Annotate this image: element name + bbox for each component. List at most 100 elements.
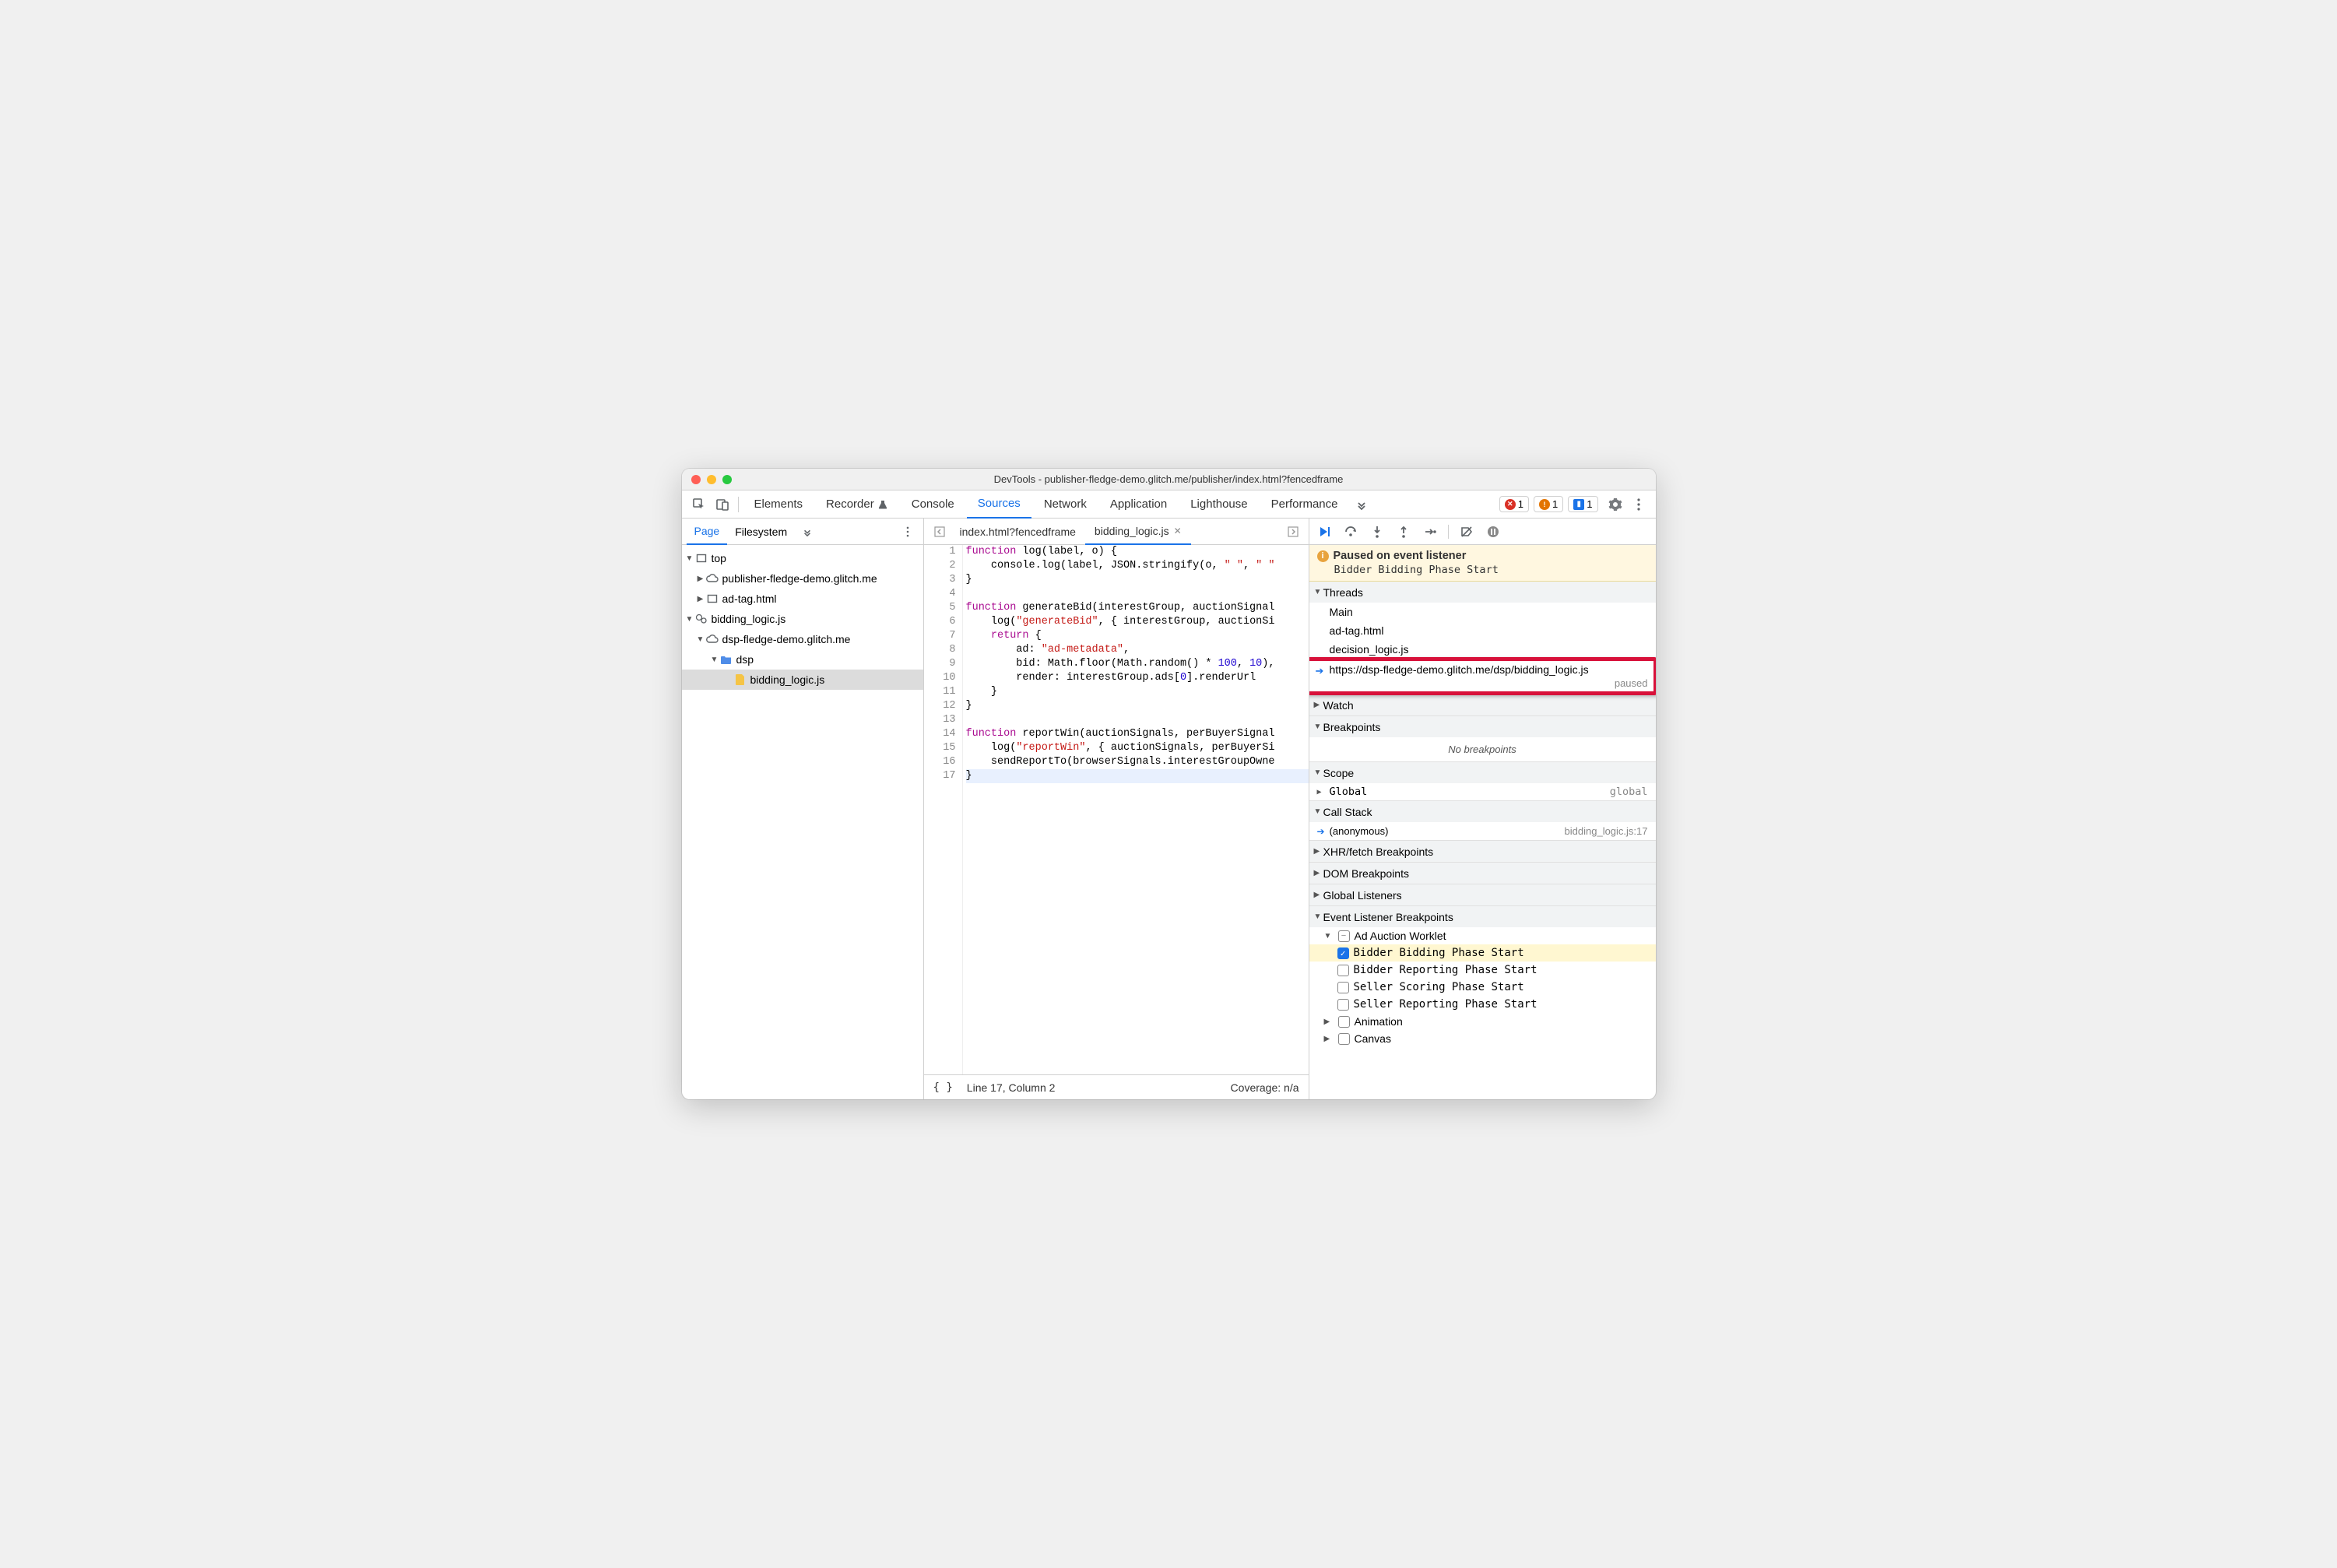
step-out-button[interactable] xyxy=(1393,522,1414,542)
debug-toolbar xyxy=(1309,519,1656,545)
gears-icon xyxy=(694,613,708,625)
issues-count: 1 xyxy=(1587,498,1592,510)
tab-application[interactable]: Application xyxy=(1099,490,1178,519)
elb-seller-reporting-start[interactable]: Seller Reporting Phase Start xyxy=(1309,996,1656,1013)
dom-breakpoints-section: ▶DOM Breakpoints xyxy=(1309,863,1656,884)
checkbox-unchecked[interactable] xyxy=(1337,965,1349,976)
devtools-window: DevTools - publisher-fledge-demo.glitch.… xyxy=(682,469,1656,1099)
tab-sources[interactable]: Sources xyxy=(967,490,1031,519)
checkbox-unchecked[interactable] xyxy=(1338,1016,1350,1028)
nav-forward-icon[interactable] xyxy=(1282,521,1304,543)
tab-recorder[interactable]: Recorder xyxy=(815,490,899,519)
tree-ad-tag[interactable]: ▶ ad-tag.html xyxy=(682,589,923,609)
tree-bidding-worklet[interactable]: ▼ bidding_logic.js xyxy=(682,609,923,629)
xhr-breakpoints-section: ▶XHR/fetch Breakpoints xyxy=(1309,841,1656,863)
global-listeners-header[interactable]: ▶Global Listeners xyxy=(1309,884,1656,905)
settings-icon[interactable] xyxy=(1604,494,1626,515)
nav-back-icon[interactable] xyxy=(929,521,951,543)
dom-breakpoints-header[interactable]: ▶DOM Breakpoints xyxy=(1309,863,1656,884)
cloud-icon xyxy=(705,574,719,583)
thread-ad-tag[interactable]: ad-tag.html xyxy=(1309,621,1656,640)
current-thread-icon: ➔ xyxy=(1316,665,1324,677)
thread-main[interactable]: Main xyxy=(1309,603,1656,621)
elb-header[interactable]: ▼Event Listener Breakpoints xyxy=(1309,906,1656,927)
threads-header[interactable]: ▼Threads xyxy=(1309,582,1656,603)
tab-network[interactable]: Network xyxy=(1033,490,1098,519)
elb-category-canvas[interactable]: ▶ Canvas xyxy=(1309,1030,1656,1047)
tree-top[interactable]: ▼ top xyxy=(682,548,923,568)
breakpoints-header[interactable]: ▼Breakpoints xyxy=(1309,716,1656,737)
tree-publisher-domain[interactable]: ▶ publisher-fledge-demo.glitch.me xyxy=(682,568,923,589)
more-tabs-icon[interactable] xyxy=(1351,494,1372,515)
tree-ad-tag-label: ad-tag.html xyxy=(722,592,777,605)
editor-panel: index.html?fencedframe bidding_logic.js … xyxy=(924,519,1309,1099)
elb-item-label: Bidder Bidding Phase Start xyxy=(1354,947,1524,959)
format-code-button[interactable]: { } xyxy=(933,1081,953,1094)
tree-dsp-domain[interactable]: ▼ dsp-fledge-demo.glitch.me xyxy=(682,629,923,649)
elb-bidder-bidding-start[interactable]: ✓ Bidder Bidding Phase Start xyxy=(1309,944,1656,962)
tree-dsp-folder[interactable]: ▼ dsp xyxy=(682,649,923,670)
editor-tabs: index.html?fencedframe bidding_logic.js … xyxy=(924,519,1309,545)
elb-category-ad-auction[interactable]: ▼ − Ad Auction Worklet xyxy=(1309,927,1656,944)
editor-tab-bidding[interactable]: bidding_logic.js ✕ xyxy=(1085,519,1191,545)
page-tab[interactable]: Page xyxy=(687,519,728,545)
tab-lighthouse[interactable]: Lighthouse xyxy=(1179,490,1258,519)
navigator-kebab-icon[interactable] xyxy=(897,521,919,543)
elb-bidder-reporting-start[interactable]: Bidder Reporting Phase Start xyxy=(1309,962,1656,979)
scope-global[interactable]: ▶Global global xyxy=(1309,783,1656,800)
tree-bidding-file[interactable]: bidding_logic.js xyxy=(682,670,923,690)
checkbox-mixed[interactable]: − xyxy=(1338,930,1350,942)
step-over-button[interactable] xyxy=(1341,522,1361,542)
elb-category-animation[interactable]: ▶ Animation xyxy=(1309,1013,1656,1030)
errors-badge[interactable]: ✕1 xyxy=(1499,496,1529,512)
paused-detail: Bidder Bidding Phase Start xyxy=(1317,564,1648,576)
kebab-menu-icon[interactable] xyxy=(1628,494,1650,515)
chevron-right-icon: ▶ xyxy=(1314,847,1323,856)
cursor-position: Line 17, Column 2 xyxy=(967,1081,1056,1094)
filesystem-tab[interactable]: Filesystem xyxy=(727,519,795,545)
code-editor[interactable]: 1234567891011121314151617 function log(l… xyxy=(924,545,1309,1074)
checkbox-checked[interactable]: ✓ xyxy=(1337,947,1349,959)
chevron-right-icon: ▶ xyxy=(1324,1018,1334,1026)
callstack-header[interactable]: ▼Call Stack xyxy=(1309,801,1656,822)
tab-console[interactable]: Console xyxy=(901,490,965,519)
more-navigator-tabs-icon[interactable] xyxy=(796,521,818,543)
section-title: XHR/fetch Breakpoints xyxy=(1323,846,1434,858)
errors-count: 1 xyxy=(1518,498,1523,510)
checkbox-unchecked[interactable] xyxy=(1337,982,1349,993)
section-title: Breakpoints xyxy=(1323,721,1381,733)
step-button[interactable] xyxy=(1420,522,1440,542)
navigator-panel: Page Filesystem ▼ top ▶ xyxy=(682,519,924,1099)
callstack-frame[interactable]: ➔(anonymous) bidding_logic.js:17 xyxy=(1309,822,1656,840)
xhr-breakpoints-header[interactable]: ▶XHR/fetch Breakpoints xyxy=(1309,841,1656,862)
device-toolbar-icon[interactable] xyxy=(712,494,733,515)
elb-seller-scoring-start[interactable]: Seller Scoring Phase Start xyxy=(1309,979,1656,996)
tab-performance[interactable]: Performance xyxy=(1260,490,1349,519)
pause-on-exceptions-button[interactable] xyxy=(1483,522,1503,542)
scope-header[interactable]: ▼Scope xyxy=(1309,762,1656,783)
step-into-button[interactable] xyxy=(1367,522,1387,542)
folder-icon xyxy=(719,655,733,664)
tab-elements[interactable]: Elements xyxy=(743,490,814,519)
thread-decision[interactable]: decision_logic.js xyxy=(1309,640,1656,659)
info-icon: i xyxy=(1317,550,1329,562)
section-title: Call Stack xyxy=(1323,806,1372,818)
resume-button[interactable] xyxy=(1314,522,1334,542)
watch-header[interactable]: ▶Watch xyxy=(1309,694,1656,715)
section-title: DOM Breakpoints xyxy=(1323,867,1409,880)
close-tab-icon[interactable]: ✕ xyxy=(1174,526,1182,536)
chevron-down-icon: ▼ xyxy=(685,615,694,624)
issues-badge[interactable]: ▮1 xyxy=(1568,496,1597,512)
editor-tab-index[interactable]: index.html?fencedframe xyxy=(951,519,1085,545)
checkbox-unchecked[interactable] xyxy=(1337,999,1349,1011)
inspect-element-icon[interactable] xyxy=(688,494,710,515)
warnings-badge[interactable]: !1 xyxy=(1534,496,1563,512)
frame-location: bidding_logic.js:17 xyxy=(1565,825,1648,837)
thread-active[interactable]: ➔ https://dsp-fledge-demo.glitch.me/dsp/… xyxy=(1309,659,1656,694)
deactivate-breakpoints-button[interactable] xyxy=(1457,522,1477,542)
section-title: Threads xyxy=(1323,586,1363,599)
callstack-section: ▼Call Stack ➔(anonymous) bidding_logic.j… xyxy=(1309,801,1656,841)
checkbox-unchecked[interactable] xyxy=(1338,1033,1350,1045)
elb-item-label: Seller Reporting Phase Start xyxy=(1354,998,1538,1011)
navigator-tabs: Page Filesystem xyxy=(682,519,923,545)
